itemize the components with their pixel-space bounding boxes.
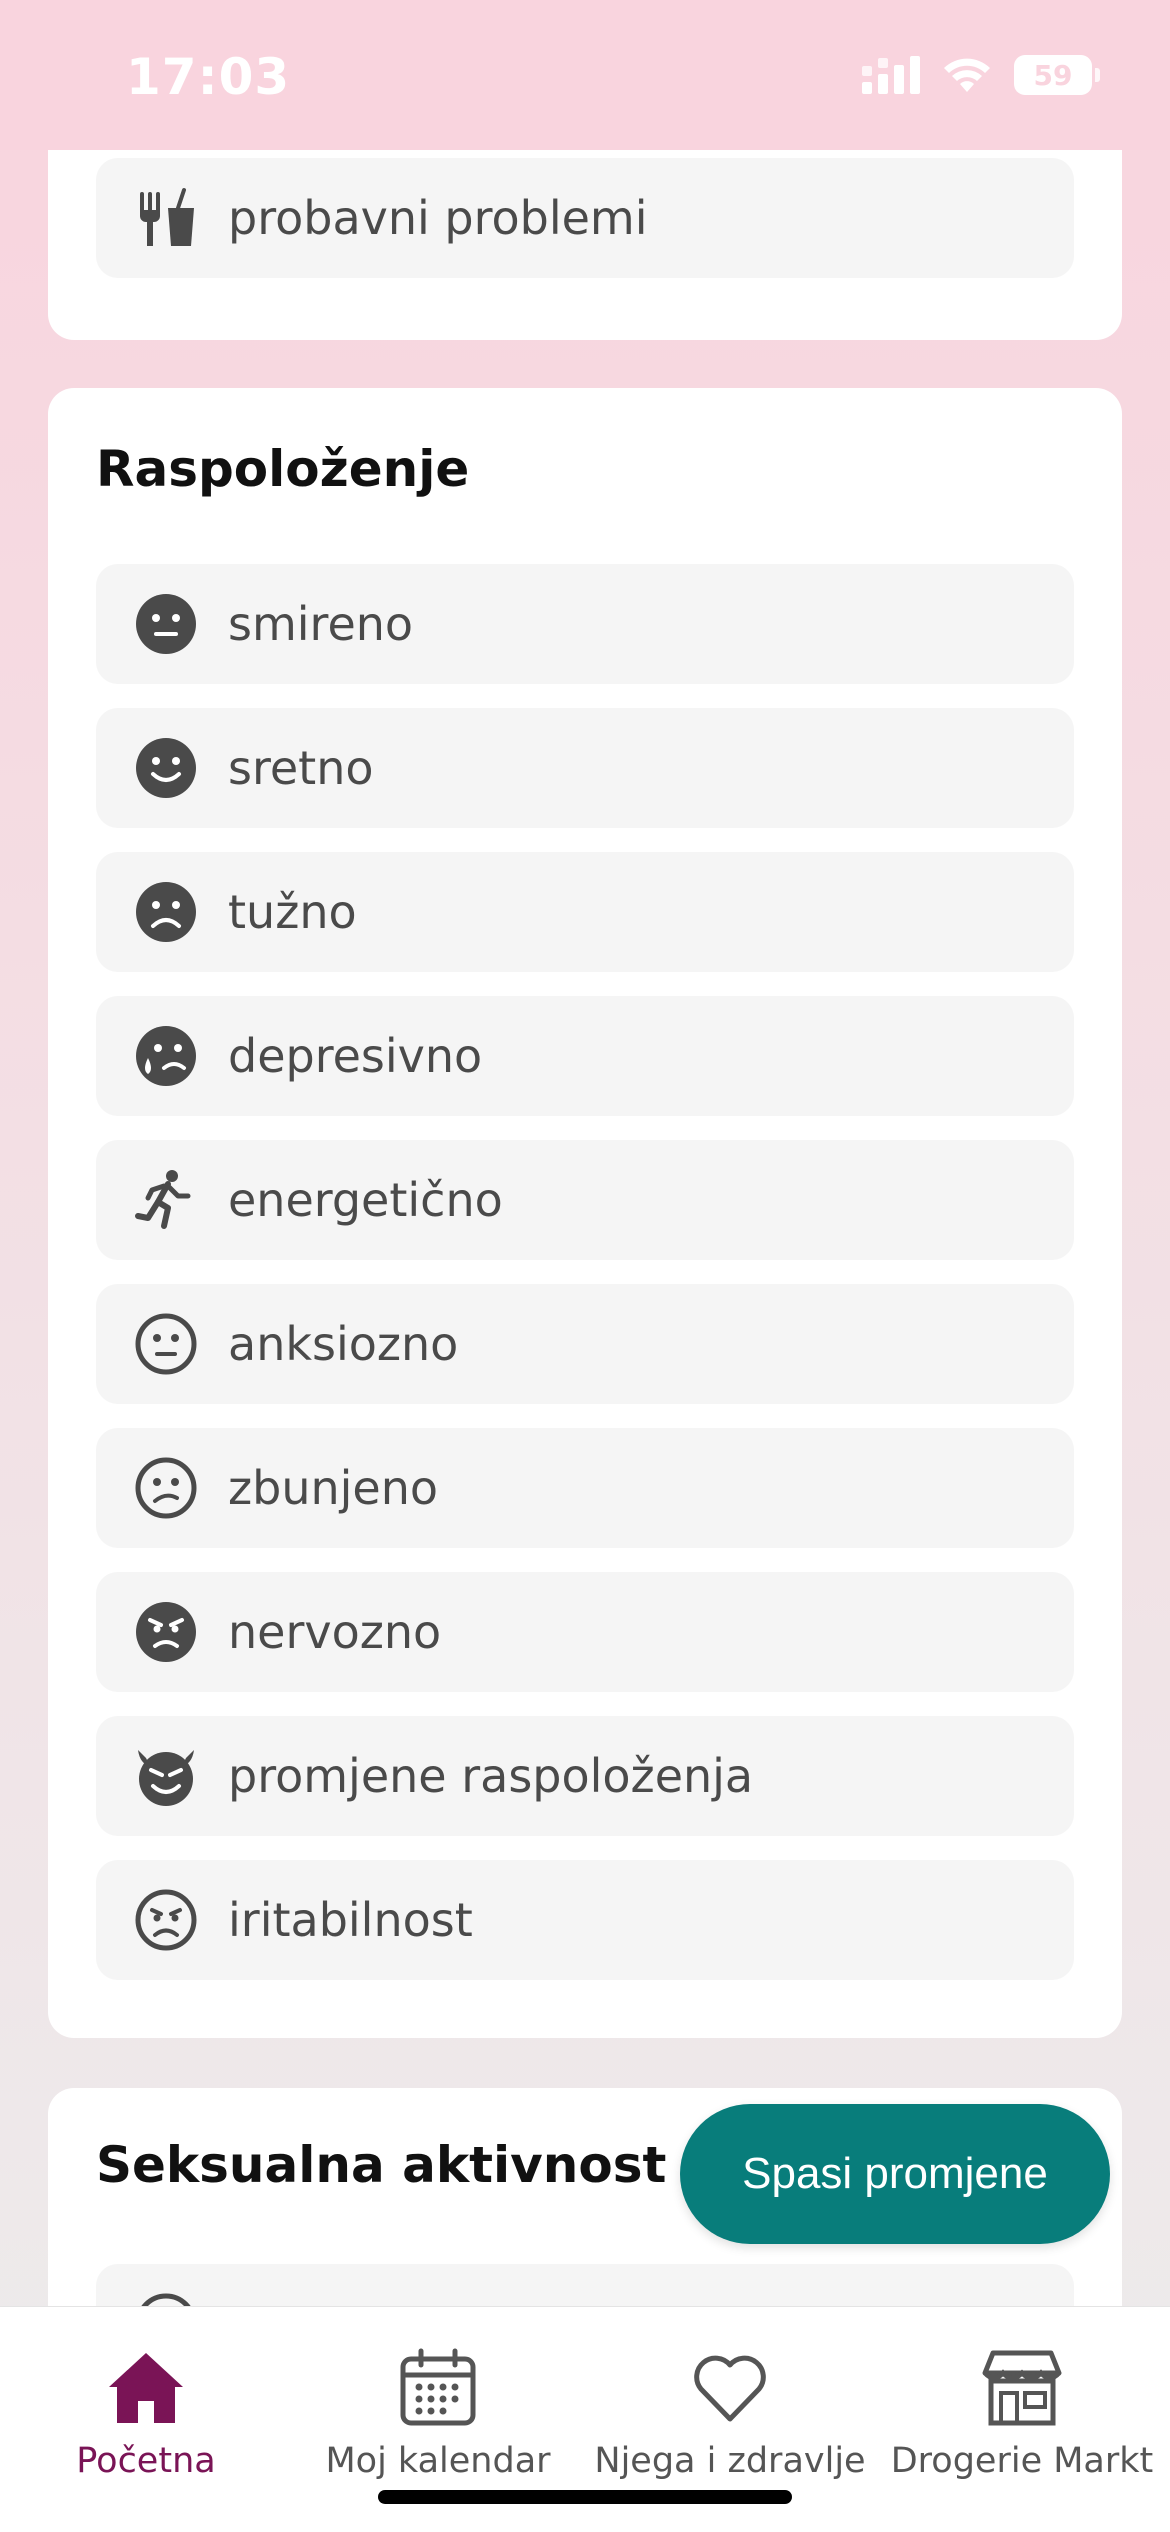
battery-indicator: 59	[1014, 55, 1100, 95]
crying-face-filled-icon	[134, 1024, 198, 1088]
option-label: depresivno	[228, 1029, 483, 1083]
nav-label: Moj kalendar	[325, 2441, 551, 2481]
status-bar: 17:03 59	[0, 0, 1170, 150]
option-label: zbunjeno	[228, 1461, 439, 1515]
option-label: sretno	[228, 741, 374, 795]
nav-item-drogerie-markt[interactable]: Drogerie Markt	[876, 2347, 1168, 2481]
option-nervozno[interactable]: nervozno	[96, 1572, 1074, 1692]
option-depresivno[interactable]: depresivno	[96, 996, 1074, 1116]
option-anksiozno[interactable]: anksiozno	[96, 1284, 1074, 1404]
status-time: 17:03	[126, 48, 291, 106]
frown-face-outline-icon	[134, 1888, 198, 1952]
signal-icon	[862, 56, 920, 94]
calendar-icon	[400, 2348, 476, 2426]
option-energeticno[interactable]: energetično	[96, 1140, 1074, 1260]
mood-title: Raspoloženje	[96, 440, 470, 498]
option-probavni-problemi[interactable]: probavni problemi	[96, 158, 1074, 278]
wifi-icon	[944, 58, 990, 92]
utensils-cup-icon	[134, 186, 198, 250]
nav-label: Drogerie Markt	[890, 2441, 1154, 2481]
smile-face-filled-icon	[134, 736, 198, 800]
neutral-face-filled-icon	[134, 592, 198, 656]
option-label: promjene raspoloženja	[228, 1749, 754, 1803]
sad-face-filled-icon	[134, 880, 198, 944]
devil-face-icon	[134, 1744, 198, 1808]
status-icons: 59	[862, 55, 1100, 95]
nav-item-moj-kalendar[interactable]: Moj kalendar	[292, 2347, 584, 2481]
battery-level: 59	[1033, 58, 1073, 92]
mood-card: Raspoloženje smireno sretno tužno depres…	[48, 388, 1122, 2038]
angry-face-filled-icon	[134, 1600, 198, 1664]
store-icon	[982, 2350, 1062, 2426]
option-tuzno[interactable]: tužno	[96, 852, 1074, 972]
option-label: tužno	[228, 885, 357, 939]
nav-label: Njega i zdravlje	[594, 2441, 866, 2481]
nav-label: Početna	[76, 2441, 216, 2481]
option-zbunjeno[interactable]: zbunjeno	[96, 1428, 1074, 1548]
nav-item-njega-i-zdravlje[interactable]: Njega i zdravlje	[584, 2347, 876, 2481]
neutral-face-outline-icon	[134, 1312, 198, 1376]
running-person-icon	[134, 1168, 198, 1232]
sexual-activity-title: Seksualna aktivnost	[96, 2136, 667, 2194]
home-indicator	[378, 2490, 792, 2504]
option-label: nervozno	[228, 1605, 442, 1659]
option-label: smireno	[228, 597, 414, 651]
save-changes-button[interactable]: Spasi promjene	[680, 2104, 1110, 2244]
option-label: energetično	[228, 1173, 503, 1227]
option-iritabilnost[interactable]: iritabilnost	[96, 1860, 1074, 1980]
option-smireno[interactable]: smireno	[96, 564, 1074, 684]
confused-face-outline-icon	[134, 1456, 198, 1520]
nav-item-pocetna[interactable]: Početna	[0, 2347, 292, 2481]
heart-icon	[694, 2355, 766, 2422]
option-label: iritabilnost	[228, 1893, 473, 1947]
home-icon	[109, 2353, 183, 2423]
option-label: probavni problemi	[228, 191, 648, 245]
option-sretno[interactable]: sretno	[96, 708, 1074, 828]
option-label: anksiozno	[228, 1317, 459, 1371]
option-promjene-raspolozenja[interactable]: promjene raspoloženja	[96, 1716, 1074, 1836]
